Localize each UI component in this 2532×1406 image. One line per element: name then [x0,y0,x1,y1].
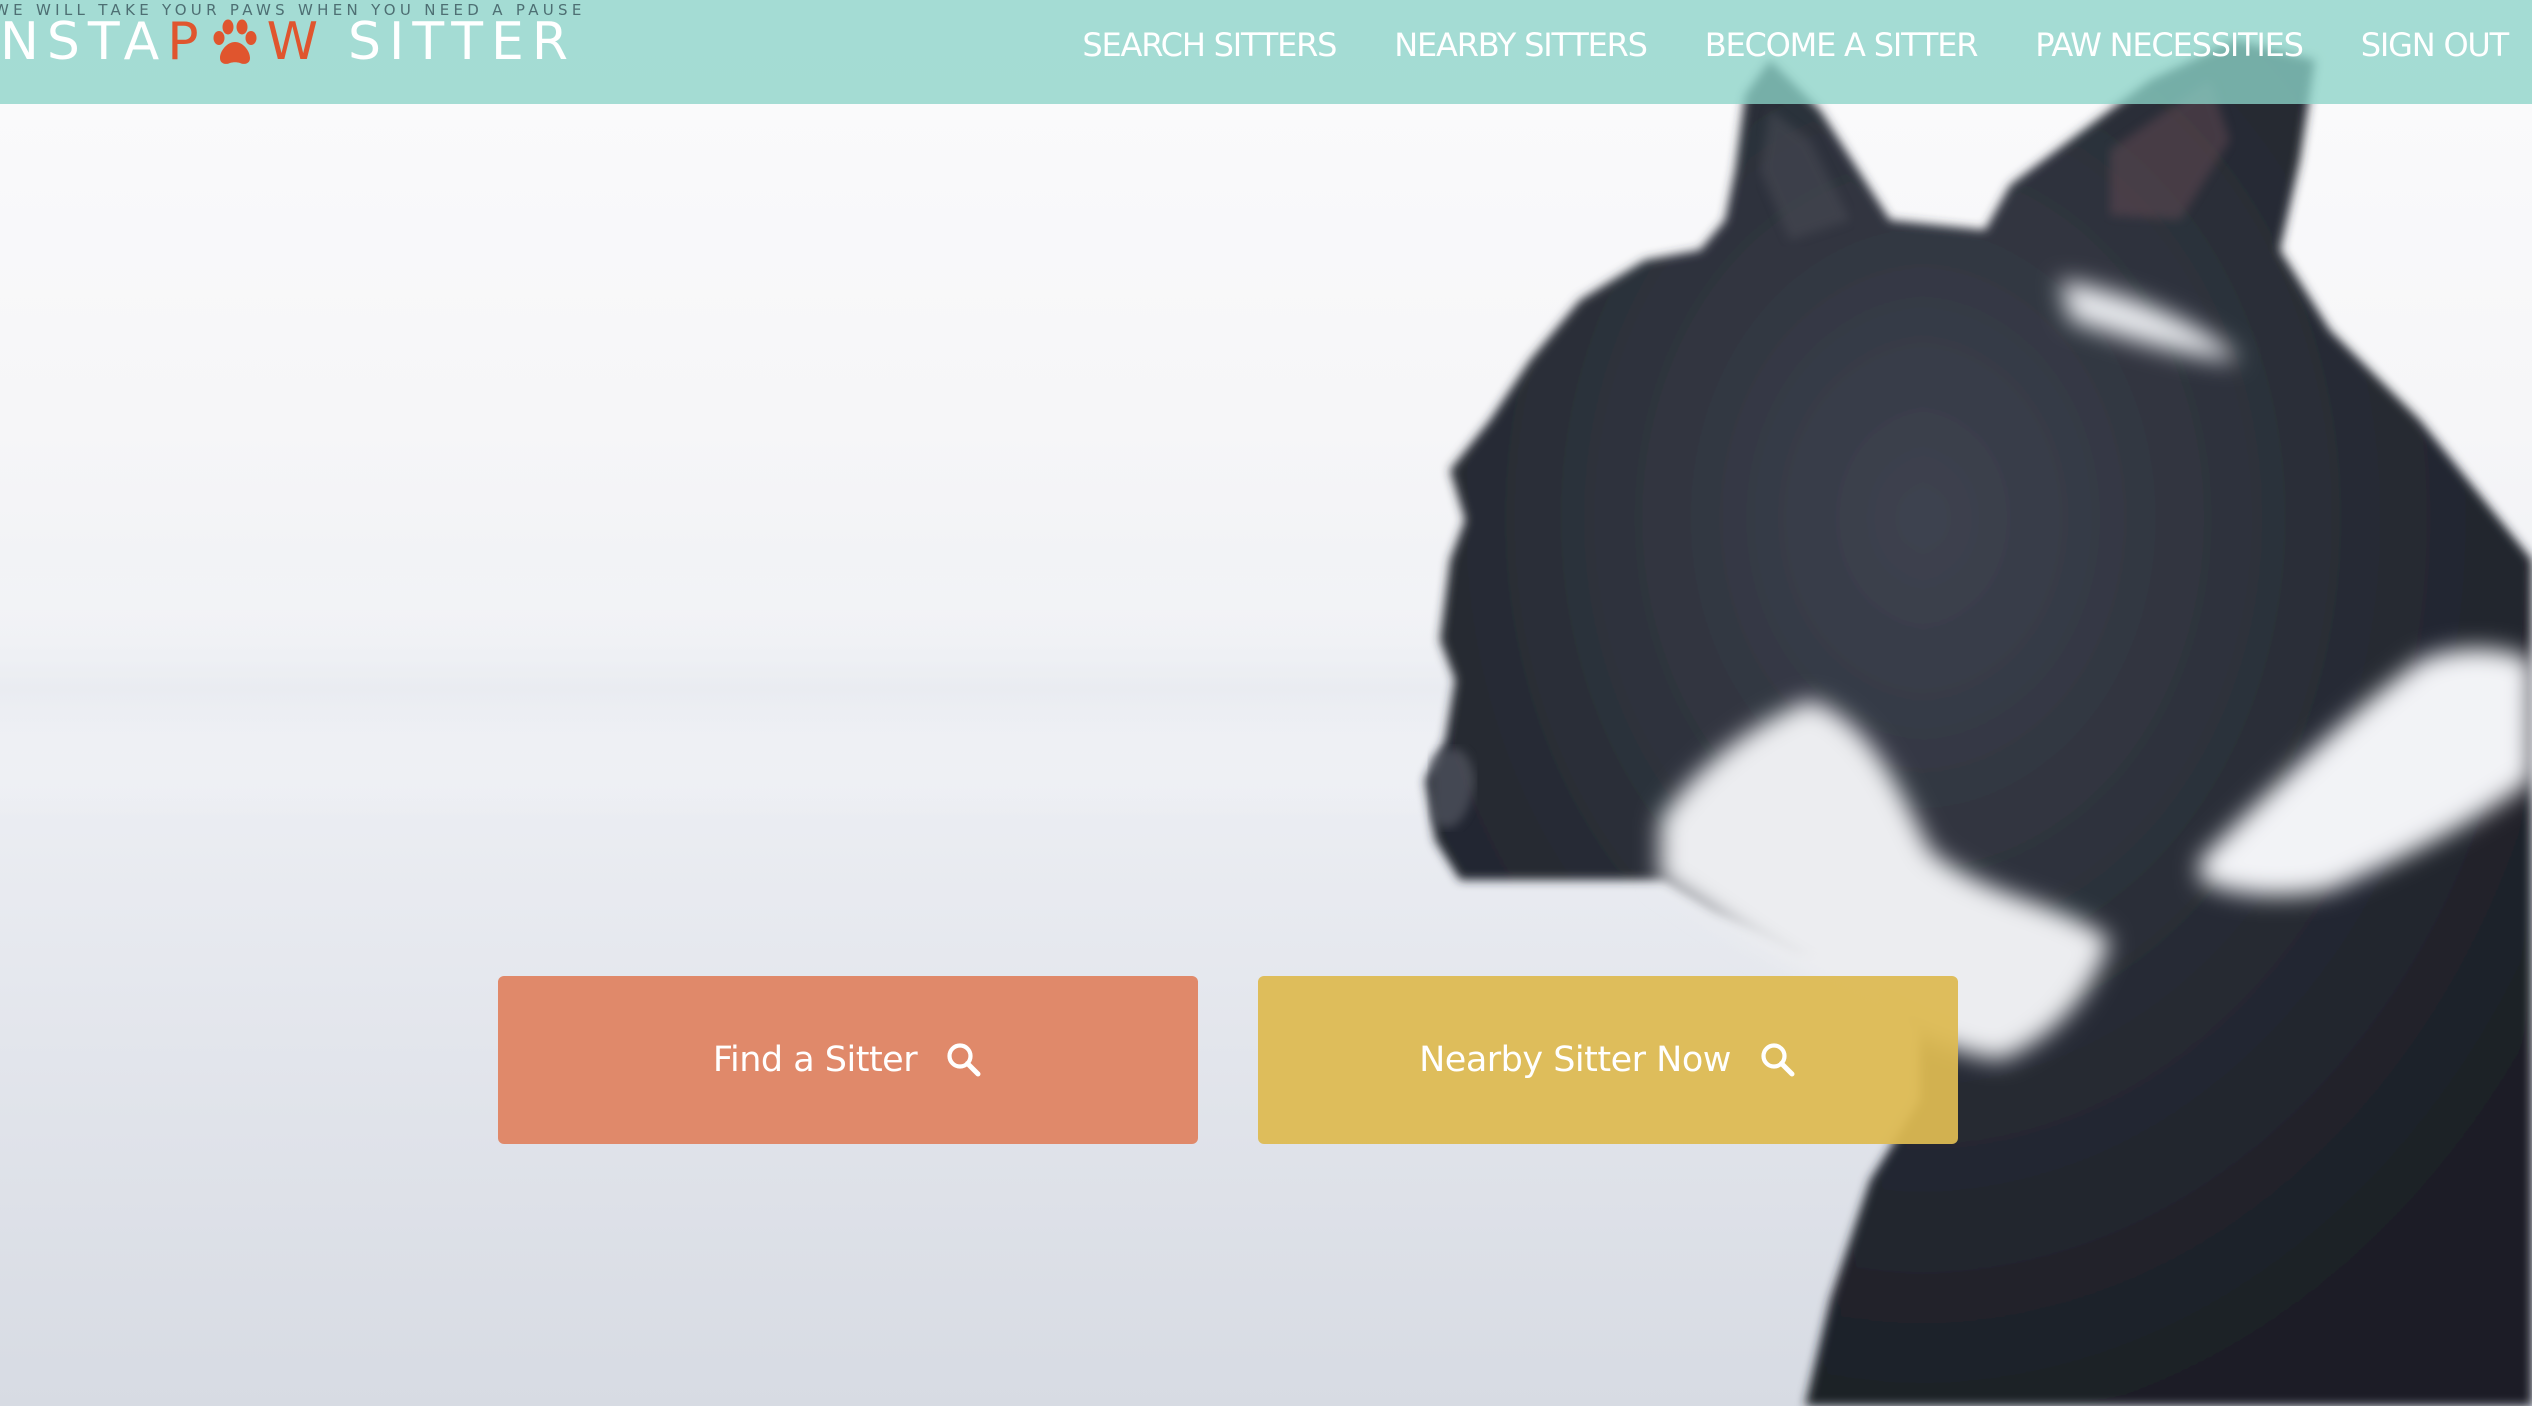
hero-section [0,0,2532,1406]
paw-icon [213,19,257,64]
nav-become-a-sitter[interactable]: BECOME A SITTER [1705,26,1979,64]
brand-logo[interactable]: NSTA P W SITTER [0,12,576,72]
nav-nearby-sitters[interactable]: NEARBY SITTERS [1394,26,1648,64]
top-navbar: WE WILL TAKE YOUR PAWS WHEN YOU NEED A P… [0,0,2532,104]
main-nav: SEARCH SITTERS NEARBY SITTERS BECOME A S… [1082,0,2532,90]
nav-sign-out[interactable]: SIGN OUT [2361,26,2509,64]
logo-text-accent-end: W [266,12,326,72]
nav-search-sitters[interactable]: SEARCH SITTERS [1082,26,1337,64]
nearby-sitter-now-label: Nearby Sitter Now [1419,1040,1731,1080]
nearby-sitter-now-button[interactable]: Nearby Sitter Now [1258,976,1958,1144]
logo-text-accent: P [167,12,207,72]
search-icon [947,1043,981,1077]
find-sitter-label: Find a Sitter [712,1040,918,1080]
find-sitter-button[interactable]: Find a Sitter [498,976,1198,1144]
nav-paw-necessities[interactable]: PAW NECESSITIES [2035,26,2304,64]
hero-dog-image [0,40,2532,1406]
logo-text-end: SITTER [348,12,576,72]
logo-text-start: NSTA [0,12,168,72]
search-icon [1761,1043,1795,1077]
